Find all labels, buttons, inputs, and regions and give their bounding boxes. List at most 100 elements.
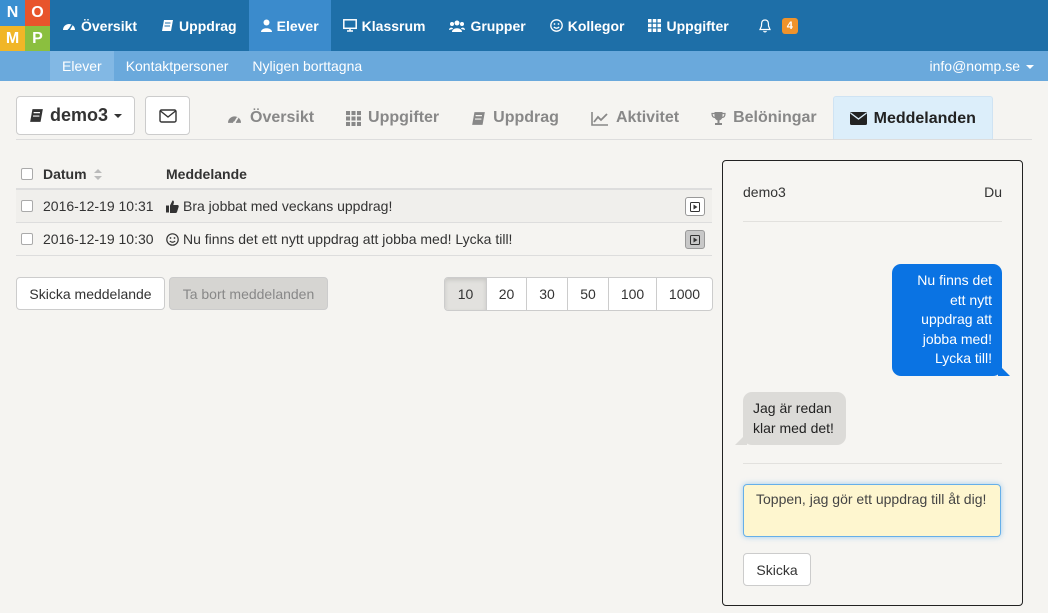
account-email: info@nomp.se [929, 58, 1020, 74]
bubble-line: Lycka till! [934, 350, 992, 366]
nav-item-label: Uppdrag [179, 17, 237, 34]
student-selector[interactable]: demo3 [16, 96, 135, 135]
tab-aktivitet[interactable]: Aktivitet [575, 96, 695, 140]
tab-label: Uppdrag [493, 109, 559, 126]
chat-panel: demo3 Du Nu finns det ett nytt uppdrag a… [722, 160, 1023, 606]
table-header: Datum Meddelande [16, 160, 712, 190]
book-icon [472, 111, 486, 125]
nav-item-label: Grupper [470, 17, 526, 34]
trophy-icon [711, 111, 726, 125]
sub-nav: Elever Kontaktpersoner Nyligen borttagna [50, 51, 374, 81]
chat-student-name: demo3 [743, 184, 786, 200]
dashboard-icon [228, 115, 241, 124]
bubble-line: klar med det! [753, 419, 834, 436]
message-text: Bra jobbat med veckans uppdrag! [183, 198, 393, 214]
play-icon [690, 201, 700, 212]
logo-letter-n: N [0, 0, 25, 26]
book-icon [162, 20, 174, 31]
subnav-item-elever[interactable]: Elever [50, 51, 114, 81]
page-size-option[interactable]: 10 [445, 278, 486, 310]
message-cell: Bra jobbat med veckans uppdrag! [166, 198, 712, 214]
main-nav: Översikt Uppdrag Elever Klassrum Grupper… [50, 0, 810, 51]
page-size-option[interactable]: 100 [608, 278, 656, 310]
nav-item-elever[interactable]: Elever [248, 0, 331, 51]
table-row[interactable]: 2016-12-19 10:31 Bra jobbat med veckans … [16, 190, 712, 223]
nav-item-uppgifter[interactable]: Uppgifter [636, 0, 740, 51]
book-icon [30, 109, 43, 122]
play-icon [690, 234, 700, 245]
nav-item-label: Elever [276, 17, 319, 34]
nav-item-label: Uppgifter [666, 17, 729, 34]
logo-letter-m: M [0, 25, 25, 51]
account-menu[interactable]: info@nomp.se [930, 51, 1034, 81]
chat-self-name: Du [984, 184, 1002, 200]
page-size-option[interactable]: 50 [567, 278, 608, 310]
tab-beloningar[interactable]: Belöningar [695, 96, 833, 140]
tab-label: Översikt [250, 109, 315, 126]
nav-item-klassrum[interactable]: Klassrum [331, 0, 438, 51]
nav-item-label: Kollegor [567, 17, 625, 34]
tabs-divider [16, 139, 1032, 140]
student-tabs: Översikt Uppgifter Uppdrag Aktivitet Bel… [210, 96, 993, 140]
bubble-line: ett nytt [949, 291, 992, 308]
tab-meddelanden[interactable]: Meddelanden [832, 96, 993, 140]
date-column-header[interactable]: Datum [43, 166, 166, 182]
envelope-icon [849, 112, 867, 125]
incoming-message-bubble: Jag är redan klar med det! [735, 392, 846, 445]
chat-divider [743, 221, 1002, 222]
play-message-button[interactable] [685, 197, 705, 216]
nomp-logo[interactable]: N O M P [0, 0, 50, 51]
chat-header: demo3 Du [743, 184, 1002, 200]
row-checkbox[interactable] [21, 233, 33, 245]
thumbs-up-icon [166, 200, 179, 213]
notifications-button[interactable]: 4 [741, 0, 810, 51]
smiley-icon [549, 19, 563, 32]
delete-messages-button[interactable]: Ta bort meddelanden [169, 277, 328, 310]
bubble-line: Nu finns det [917, 272, 992, 288]
envelope-outline-icon [158, 108, 177, 123]
tab-uppdrag[interactable]: Uppdrag [455, 96, 575, 140]
line-chart-icon [591, 111, 608, 126]
message-date: 2016-12-19 10:30 [43, 231, 154, 247]
nav-item-grupper[interactable]: Grupper [437, 0, 537, 51]
caret-down-icon [114, 113, 123, 118]
chat-divider [743, 463, 1002, 464]
nav-item-uppdrag[interactable]: Uppdrag [149, 0, 249, 51]
chat-message-input[interactable]: Toppen, jag gör ett uppdrag till åt dig! [743, 484, 1001, 537]
sort-icon [94, 169, 103, 180]
bubble-line: jobba med! [922, 330, 992, 347]
caret-down-icon [1026, 65, 1034, 70]
logo-letter-p: P [25, 25, 50, 51]
select-all-checkbox[interactable] [21, 168, 33, 180]
tab-uppgifter[interactable]: Uppgifter [330, 96, 455, 140]
chat-send-button[interactable]: Skicka [743, 553, 811, 586]
grid-icon [346, 110, 362, 126]
subnav-item-nyligen-borttagna[interactable]: Nyligen borttagna [240, 51, 374, 81]
tab-oversikt[interactable]: Översikt [210, 96, 330, 140]
page-size-option[interactable]: 1000 [656, 278, 712, 310]
bell-icon [758, 18, 771, 32]
notification-count-badge: 4 [781, 17, 798, 34]
smiley-icon [166, 232, 179, 246]
sub-navbar: Elever Kontaktpersoner Nyligen borttagna… [0, 51, 1048, 81]
users-icon [449, 20, 466, 32]
subnav-item-kontaktpersoner[interactable]: Kontaktpersoner [114, 51, 241, 81]
nav-item-label: Klassrum [361, 17, 426, 34]
student-name: demo3 [49, 105, 109, 125]
message-text: Nu finns det ett nytt uppdrag att jobba … [183, 231, 513, 247]
compose-mail-button[interactable] [145, 96, 190, 135]
tab-label: Uppgifter [368, 109, 440, 126]
table-row[interactable]: 2016-12-19 10:30 Nu finns det ett nytt u… [16, 223, 712, 256]
outgoing-message-bubble: Nu finns det ett nytt uppdrag att jobba … [892, 264, 1010, 376]
play-message-button[interactable] [685, 230, 705, 249]
tab-label: Belöningar [733, 109, 817, 126]
date-header-label: Datum [43, 166, 87, 182]
send-message-button[interactable]: Skicka meddelande [16, 277, 165, 310]
nav-item-label: Översikt [81, 17, 138, 34]
nav-item-kollegor[interactable]: Kollegor [538, 0, 637, 51]
bubble-line: uppdrag att [921, 311, 992, 327]
page-size-option[interactable]: 20 [486, 278, 526, 310]
page-size-option[interactable]: 30 [526, 278, 567, 310]
row-checkbox[interactable] [21, 200, 33, 212]
nav-item-oversikt[interactable]: Översikt [50, 0, 149, 51]
